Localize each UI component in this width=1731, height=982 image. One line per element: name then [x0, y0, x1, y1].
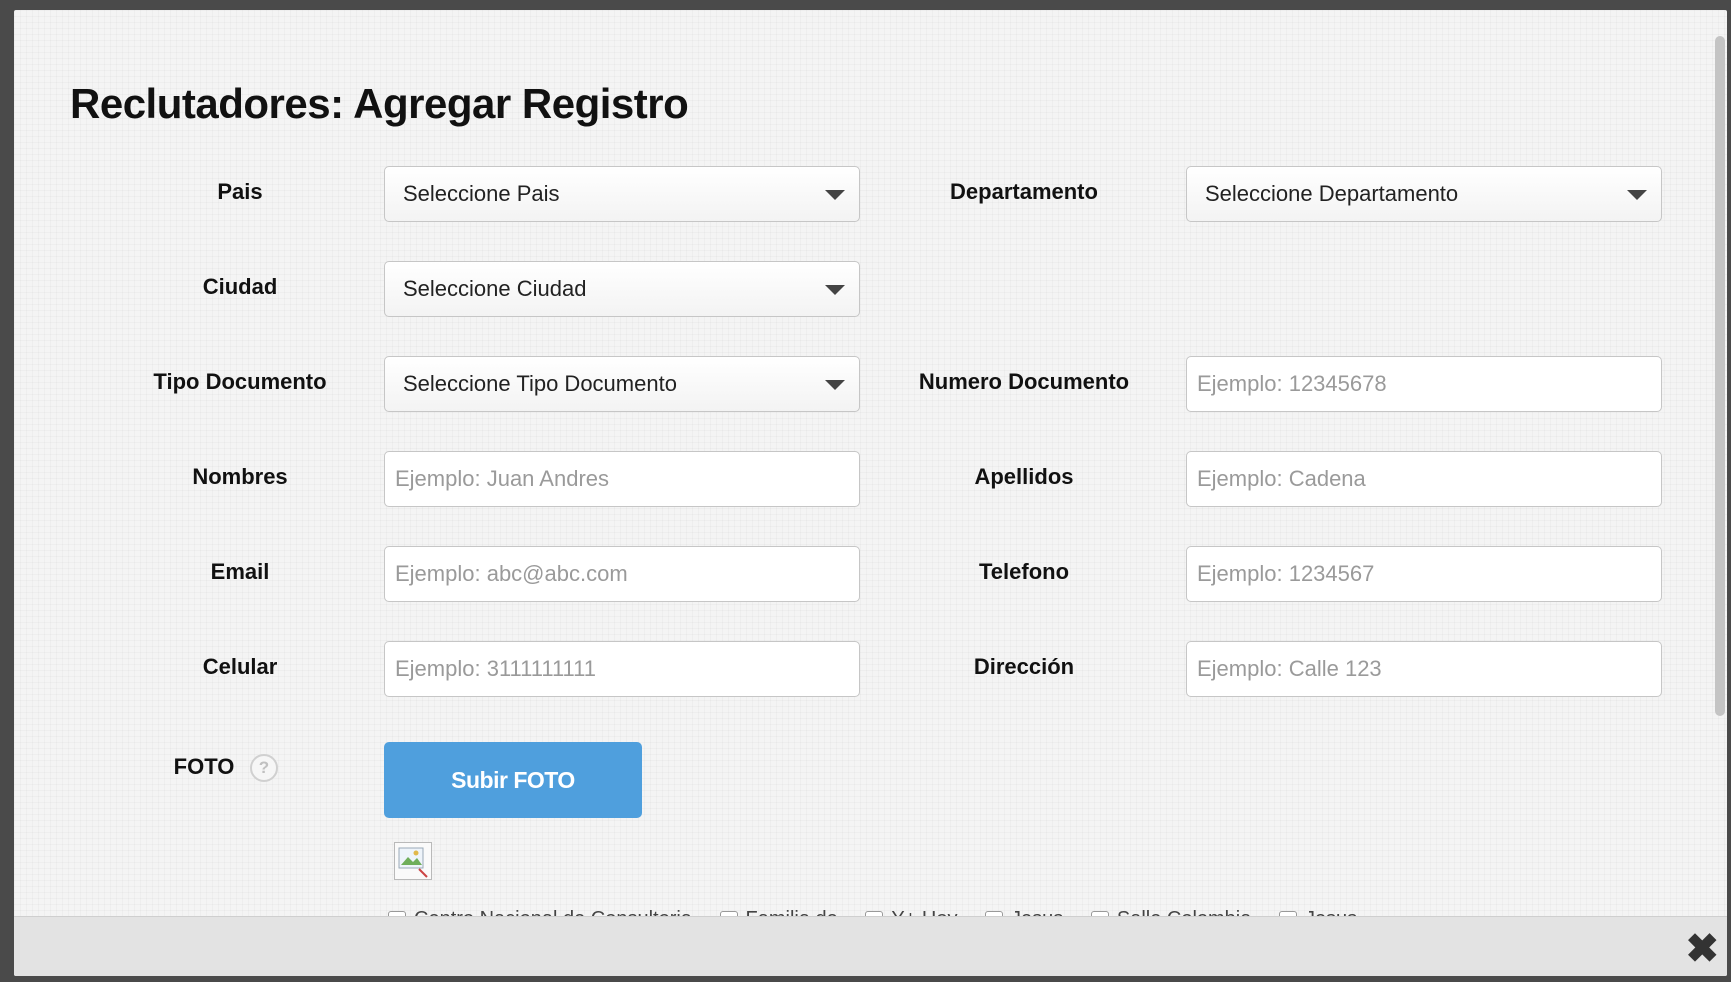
- pais-label: Pais: [217, 179, 263, 204]
- help-icon[interactable]: ?: [250, 754, 278, 782]
- departamento-select-value: Seleccione Departamento: [1205, 181, 1459, 206]
- foto-label: FOTO: [173, 754, 235, 779]
- checkbox-option[interactable]: Salle Colombia: [1090, 904, 1251, 916]
- scrollbar[interactable]: [1715, 36, 1725, 716]
- upload-photo-button[interactable]: Subir FOTO: [384, 742, 642, 818]
- checkbox-option[interactable]: Y+ Hoy: [865, 904, 957, 916]
- celular-label: Celular: [202, 654, 278, 679]
- modal-body: Reclutadores: Agregar Registro Pais Sele…: [14, 10, 1727, 916]
- email-input[interactable]: [384, 546, 860, 602]
- chevron-down-icon: [825, 380, 845, 390]
- tipo-documento-label: Tipo Documento: [153, 369, 327, 394]
- direccion-input[interactable]: [1186, 641, 1662, 697]
- checkbox-option[interactable]: Jesus: [1278, 904, 1357, 916]
- pais-select-value: Seleccione Pais: [403, 181, 560, 206]
- ciudad-select-value: Seleccione Ciudad: [403, 276, 587, 301]
- page-title: Reclutadores: Agregar Registro: [70, 80, 689, 127]
- checkbox-options: Centro Nacional de Consultoria Familia d…: [388, 904, 1688, 916]
- close-icon[interactable]: ✖: [1685, 929, 1719, 969]
- numero-documento-label: Numero Documento: [918, 369, 1130, 394]
- email-label: Email: [210, 559, 270, 584]
- image-placeholder-icon: [398, 847, 428, 878]
- numero-documento-input[interactable]: [1186, 356, 1662, 412]
- direccion-label: Dirección: [973, 654, 1075, 679]
- nombres-label: Nombres: [192, 464, 288, 489]
- pais-select[interactable]: Seleccione Pais: [384, 166, 860, 222]
- apellidos-label: Apellidos: [974, 464, 1074, 489]
- checkbox-option[interactable]: Jesus: [985, 904, 1063, 916]
- add-record-modal: Reclutadores: Agregar Registro Pais Sele…: [14, 10, 1727, 976]
- chevron-down-icon: [1627, 190, 1647, 200]
- broken-image-icon: [394, 842, 432, 880]
- apellidos-input[interactable]: [1186, 451, 1662, 507]
- chevron-down-icon: [825, 190, 845, 200]
- modal-footer: ✖: [14, 916, 1727, 976]
- checkbox-option[interactable]: Familia de: [719, 904, 838, 916]
- departamento-label: Departamento: [950, 179, 1098, 204]
- tipo-documento-select[interactable]: Seleccione Tipo Documento: [384, 356, 860, 412]
- checkbox-option[interactable]: Centro Nacional de Consultoria: [388, 904, 692, 916]
- telefono-label: Telefono: [978, 559, 1070, 584]
- telefono-input[interactable]: [1186, 546, 1662, 602]
- celular-input[interactable]: [384, 641, 860, 697]
- tipo-documento-select-value: Seleccione Tipo Documento: [403, 371, 677, 396]
- departamento-select[interactable]: Seleccione Departamento: [1186, 166, 1662, 222]
- ciudad-label: Ciudad: [202, 274, 278, 299]
- ciudad-select[interactable]: Seleccione Ciudad: [384, 261, 860, 317]
- chevron-down-icon: [825, 285, 845, 295]
- nombres-input[interactable]: [384, 451, 860, 507]
